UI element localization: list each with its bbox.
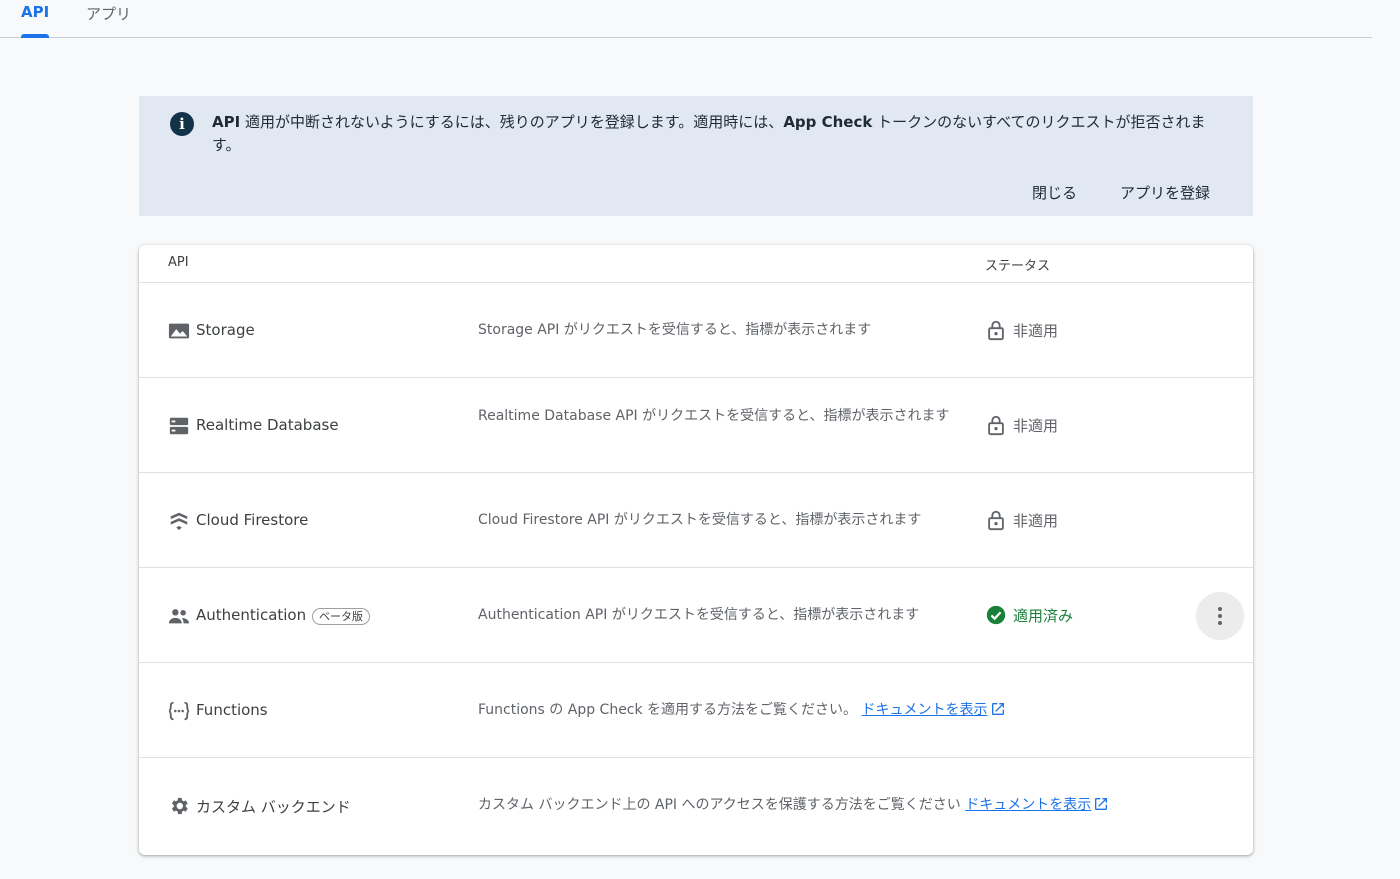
firestore-icon <box>168 510 190 532</box>
more-options-button[interactable] <box>1196 592 1244 640</box>
header-api: API <box>168 255 189 270</box>
gear-icon <box>168 795 190 817</box>
info-icon: i <box>170 112 194 136</box>
tab-api[interactable]: API <box>21 3 49 38</box>
table-row-authentication: Authentication ベータ版 Authentication API が… <box>139 568 1253 663</box>
status-text: 非適用 <box>1013 417 1059 435</box>
external-link-icon <box>991 703 1004 715</box>
api-table: API ステータス Storage Storage API がリクエストを受信す… <box>139 245 1253 855</box>
beta-badge: ベータ版 <box>312 608 370 625</box>
row-description-text: Functions の App Check を適用する方法をご覧ください。 <box>478 702 858 718</box>
view-docs-link[interactable]: ドキュメントを表示 <box>965 797 1091 813</box>
row-name: Functions <box>196 701 268 719</box>
row-description: Authentication API がリクエストを受信すると、指標が表示されま… <box>478 607 920 623</box>
close-button[interactable]: 閉じる <box>1032 182 1077 203</box>
register-app-button[interactable]: アプリを登録 <box>1120 182 1210 203</box>
status-text: 非適用 <box>1013 322 1059 340</box>
banner-msg-api: API <box>212 113 241 131</box>
table-row-cloud-firestore: Cloud Firestore Cloud Firestore API がリクエ… <box>139 473 1253 568</box>
row-name: Authentication <box>196 606 307 624</box>
check-circle-icon <box>986 605 1006 625</box>
status-text: 非適用 <box>1013 512 1059 530</box>
database-icon <box>168 415 190 437</box>
banner-message: API 適用が中断されないようにするには、残りのアプリを登録します。適用時には、… <box>212 111 1227 157</box>
row-description: Realtime Database API がリクエストを受信すると、指標が表示… <box>478 408 950 424</box>
row-name: Realtime Database <box>196 416 339 434</box>
row-description: Functions の App Check を適用する方法をご覧ください。 ドキ… <box>478 701 1218 719</box>
header-status: ステータス <box>985 259 1051 274</box>
functions-icon <box>168 700 190 722</box>
row-name: Cloud Firestore <box>196 511 309 529</box>
row-name: カスタム バックエンド <box>196 798 351 816</box>
people-icon <box>168 605 190 627</box>
more-vert-icon <box>1218 607 1222 625</box>
info-banner: i API 適用が中断されないようにするには、残りのアプリを登録します。適用時に… <box>139 96 1253 216</box>
lock-open-icon <box>988 510 1004 531</box>
lock-open-icon <box>988 415 1004 436</box>
table-row-storage: Storage Storage API がリクエストを受信すると、指標が表示され… <box>139 283 1253 378</box>
row-description: カスタム バックエンド上の API へのアクセスを保護する方法をご覧ください ド… <box>478 796 1218 814</box>
table-row-custom-backend: カスタム バックエンド カスタム バックエンド上の API へのアクセスを保護す… <box>139 758 1253 853</box>
external-link-icon <box>1095 798 1108 810</box>
banner-msg-appcheck: App Check <box>783 113 873 131</box>
banner-msg-part: 適用が中断されないようにするには、残りのアプリを登録します。適用時には、 <box>240 113 784 131</box>
lock-open-icon <box>988 320 1004 341</box>
tab-apps[interactable]: アプリ <box>86 3 131 38</box>
active-tab-indicator <box>21 34 49 38</box>
view-docs-link[interactable]: ドキュメントを表示 <box>862 702 988 718</box>
row-name: Storage <box>196 321 255 339</box>
view-docs-label: ドキュメントを表示 <box>965 797 1092 813</box>
status-text: 適用済み <box>1013 607 1074 625</box>
table-row-functions: Functions Functions の App Check を適用する方法を… <box>139 663 1253 758</box>
row-description-text: カスタム バックエンド上の API へのアクセスを保護する方法をご覧ください <box>478 797 961 813</box>
row-description: Cloud Firestore API がリクエストを受信すると、指標が表示され… <box>478 512 922 528</box>
row-description: Storage API がリクエストを受信すると、指標が表示されます <box>478 322 872 338</box>
tab-bar: API アプリ <box>0 0 1372 38</box>
table-row-realtime-database: Realtime Database Realtime Database API … <box>139 378 1253 473</box>
image-icon <box>168 320 190 342</box>
table-header: API ステータス <box>139 245 1253 283</box>
view-docs-label: ドキュメントを表示 <box>861 702 988 718</box>
